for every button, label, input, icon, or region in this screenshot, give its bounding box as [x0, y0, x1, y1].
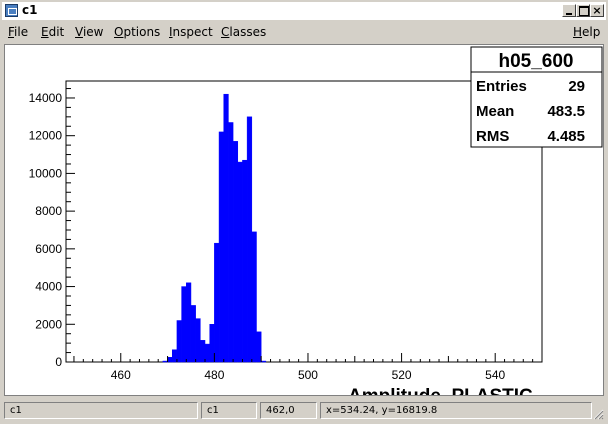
histogram-bar	[171, 349, 178, 363]
y-tick-label: 6000	[35, 242, 62, 256]
close-icon: ×	[592, 4, 602, 17]
stats-mean-label: Mean	[476, 103, 514, 120]
canvas-area[interactable]: 0 2000 4000 6000 8000 10000 12000 14000 460 480 50…	[4, 44, 604, 396]
menu-classes[interactable]: Classes	[221, 25, 266, 39]
histogram-bar	[214, 242, 220, 363]
y-tick-label: 10000	[29, 166, 63, 180]
menu-inspect-label: nspect	[172, 25, 213, 39]
y-tick-label: 14000	[29, 91, 63, 105]
y-tick-label: 0	[55, 355, 62, 369]
maximize-icon	[579, 6, 589, 16]
window-title: c1	[22, 3, 38, 17]
histogram-bar	[232, 141, 239, 363]
app-icon	[5, 4, 18, 17]
status-canvas-name: c1	[4, 402, 198, 419]
histogram-bar	[176, 320, 182, 363]
menu-file[interactable]: File	[8, 25, 28, 39]
x-tick-label: 480	[204, 368, 224, 382]
stats-mean-value: 483.5	[547, 103, 585, 120]
status-bar: c1 c1 462,0 x=534.24, y=16819.8	[2, 400, 606, 422]
menu-bar: File Edit View Options Inspect Classes H…	[2, 21, 606, 43]
status-pixel-position: 462,0	[260, 402, 317, 419]
x-tick-label: 540	[485, 368, 505, 382]
menu-file-label: ile	[14, 25, 29, 39]
histogram-bar	[260, 360, 267, 363]
menu-options[interactable]: Options	[114, 25, 160, 39]
close-button[interactable]: ×	[590, 4, 604, 17]
stats-entries-value: 29	[568, 78, 585, 95]
histogram-bar	[246, 116, 253, 363]
histogram-plot[interactable]: 0 2000 4000 6000 8000 10000 12000 14000 460 480 50…	[5, 45, 603, 395]
histogram-bar	[204, 343, 210, 363]
histogram-bar	[167, 357, 173, 363]
minimize-icon	[566, 13, 572, 15]
histogram-bar	[162, 360, 168, 363]
menu-edit[interactable]: Edit	[41, 25, 64, 39]
histogram-name: h05_600	[498, 51, 573, 72]
y-tick-label: 2000	[35, 317, 62, 331]
menu-help-label: elp	[582, 25, 601, 39]
histogram-bar	[242, 159, 248, 363]
maximize-button[interactable]	[576, 4, 590, 17]
histogram-bar	[181, 286, 187, 363]
menu-options-label: ptions	[123, 25, 161, 39]
y-tick-label: 4000	[35, 280, 62, 294]
menu-edit-mnemonic: E	[41, 25, 49, 39]
y-tick-label: 12000	[29, 129, 63, 143]
menu-edit-label: dit	[48, 25, 65, 39]
stats-rms-label: RMS	[476, 128, 509, 145]
x-tick-label: 460	[111, 368, 131, 382]
menu-classes-label: lasses	[229, 25, 267, 39]
histogram-bar	[209, 324, 215, 363]
stats-box[interactable]: h05_600 Entries 29 Mean 483.5 RMS 4.485	[470, 46, 603, 148]
minimize-button[interactable]	[562, 4, 576, 17]
resize-grip-icon[interactable]	[592, 408, 604, 420]
histogram-bar	[200, 340, 206, 363]
x-axis-title: Amplitude_PLASTIC	[348, 386, 533, 395]
histogram-bar	[228, 122, 234, 363]
histogram-bar	[218, 131, 224, 363]
histogram-bar	[251, 231, 257, 363]
title-bar: c1 ×	[2, 2, 606, 20]
histogram-bar	[237, 161, 243, 363]
status-coordinates: x=534.24, y=16819.8	[320, 402, 592, 419]
y-tick-label: 8000	[35, 204, 62, 218]
menu-view-label: iew	[82, 25, 104, 39]
histogram-bar	[186, 282, 192, 363]
histogram-bar	[256, 331, 262, 363]
stats-entries-label: Entries	[476, 78, 527, 95]
histogram-bar	[190, 305, 196, 363]
histogram-bar	[195, 318, 201, 363]
menu-view[interactable]: View	[75, 25, 103, 39]
status-object-name: c1	[201, 402, 257, 419]
histogram-bar	[223, 93, 229, 363]
x-tick-label: 500	[298, 368, 318, 382]
menu-help-mnemonic: H	[573, 25, 583, 39]
menu-inspect[interactable]: Inspect	[169, 25, 213, 39]
menu-view-mnemonic: V	[75, 25, 83, 39]
x-tick-label: 520	[392, 368, 412, 382]
stats-rms-value: 4.485	[547, 128, 585, 145]
menu-help[interactable]: Help	[573, 25, 600, 39]
